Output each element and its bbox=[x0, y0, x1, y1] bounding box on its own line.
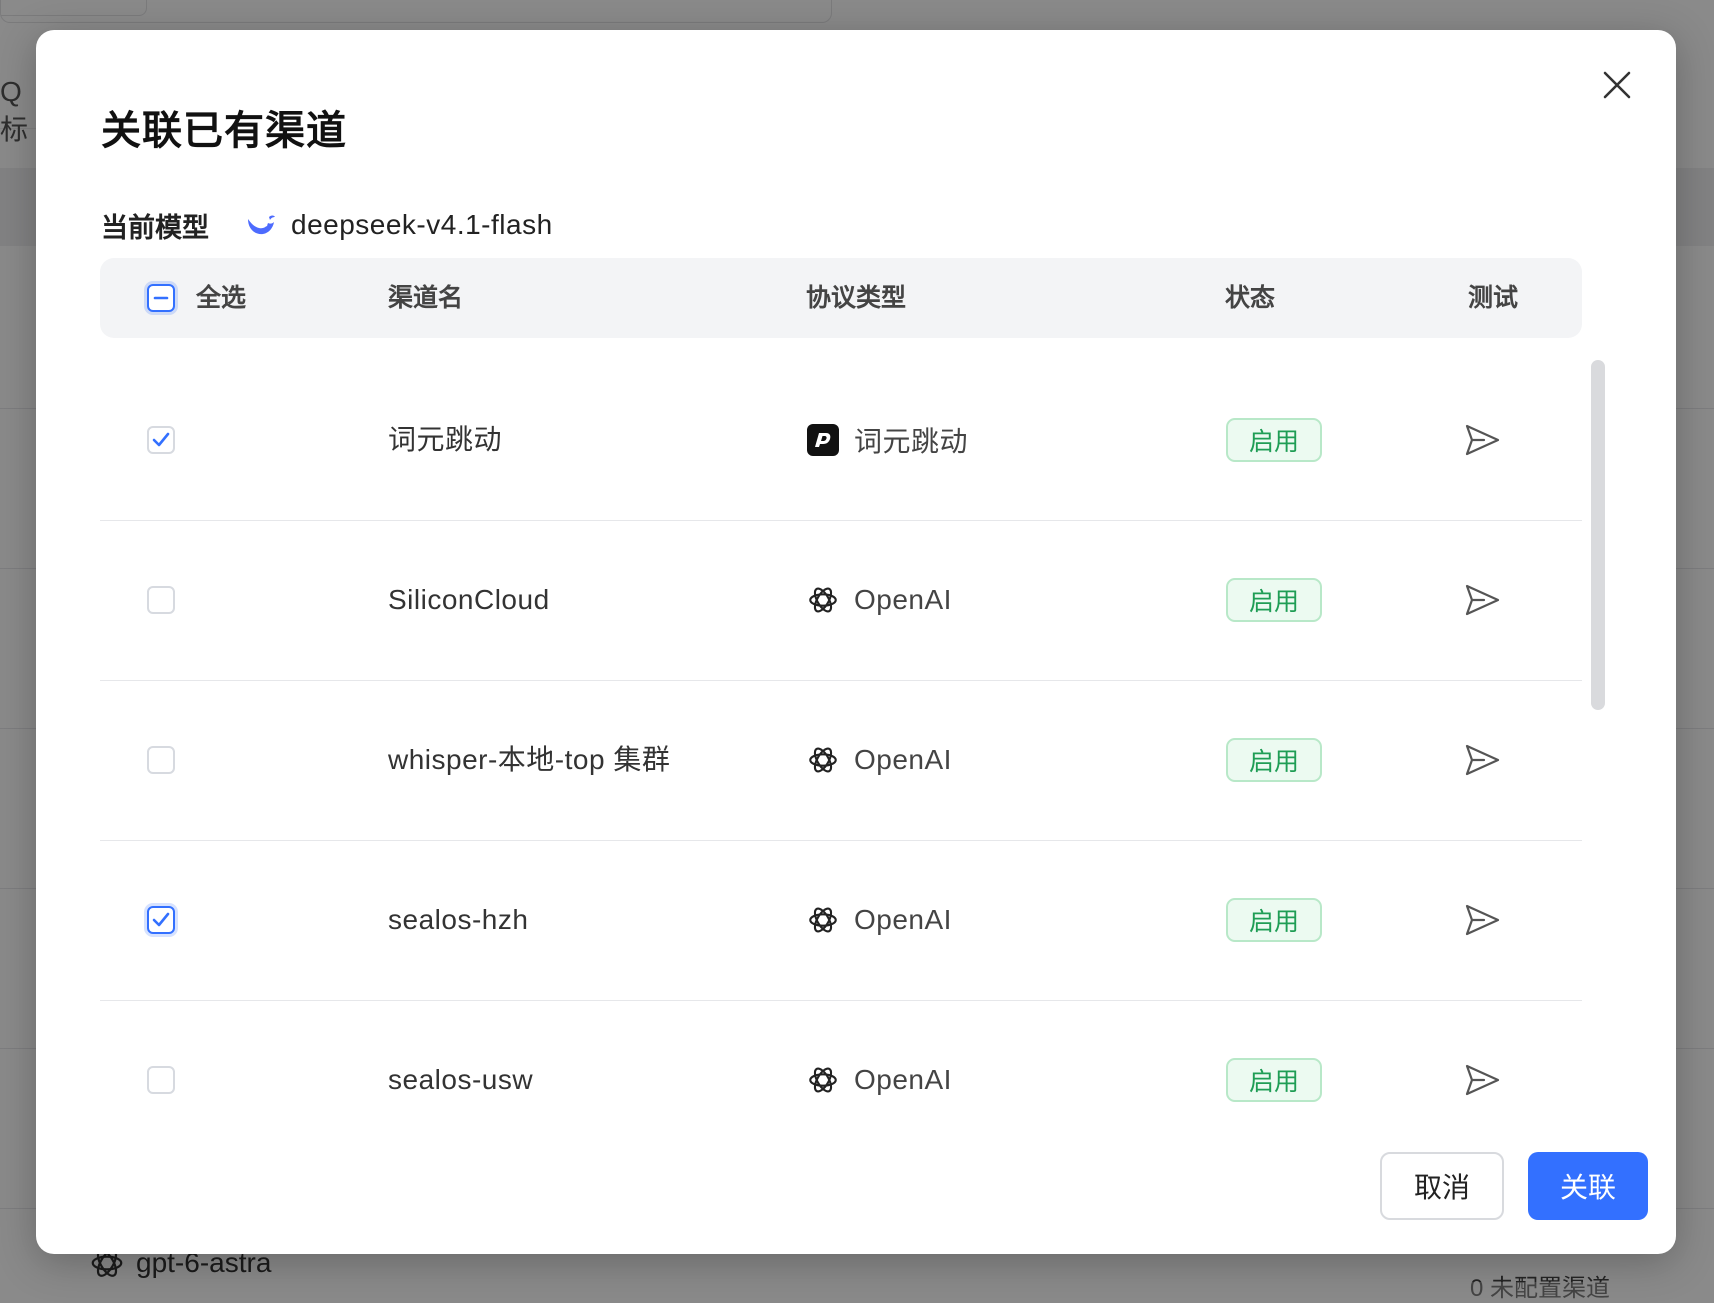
column-test: 测试 bbox=[1468, 284, 1519, 312]
openai-icon bbox=[809, 1067, 837, 1093]
channel-name: SiliconCloud bbox=[388, 584, 550, 615]
openai-icon bbox=[809, 747, 837, 773]
test-button[interactable] bbox=[1462, 420, 1502, 460]
row-checkbox[interactable] bbox=[147, 426, 175, 454]
deepseek-whale-icon bbox=[248, 215, 275, 235]
protocol-cell: OpenAI bbox=[806, 680, 952, 840]
check-icon bbox=[152, 432, 170, 447]
channel-name: sealos-hzh bbox=[388, 904, 529, 935]
ciyuan-logo-icon bbox=[807, 424, 839, 456]
send-icon bbox=[1465, 584, 1500, 616]
row-checkbox[interactable] bbox=[147, 586, 175, 614]
protocol-name: OpenAI bbox=[854, 904, 952, 935]
protocol-cell: OpenAI bbox=[806, 1000, 952, 1104]
protocol-cell: OpenAI bbox=[806, 520, 952, 680]
status-badge: 启用 bbox=[1226, 898, 1322, 942]
column-select-all[interactable]: 全选 bbox=[196, 258, 246, 338]
test-button[interactable] bbox=[1462, 1060, 1502, 1100]
protocol-name: OpenAI bbox=[854, 1064, 952, 1095]
channel-name: whisper-本地-top 集群 bbox=[388, 744, 671, 775]
current-model-label: 当前模型 bbox=[101, 212, 209, 243]
table-row[interactable]: sealos-usw OpenAI 启用 bbox=[100, 1000, 1582, 1104]
send-icon bbox=[1465, 1064, 1500, 1096]
column-status: 状态 bbox=[1225, 284, 1276, 312]
column-channel-name: 渠道名 bbox=[388, 284, 464, 312]
close-button[interactable] bbox=[1594, 62, 1640, 108]
select-all-checkbox[interactable] bbox=[147, 284, 175, 312]
row-checkbox[interactable] bbox=[147, 746, 175, 774]
protocol-cell: OpenAI bbox=[806, 840, 952, 1000]
current-model-row: 当前模型 deepseek-v4.1-flash bbox=[101, 195, 553, 255]
send-icon bbox=[1465, 904, 1500, 936]
test-button[interactable] bbox=[1462, 740, 1502, 780]
table-header: 全选 渠道名 协议类型 状态 测试 bbox=[100, 258, 1582, 338]
list-scrollbar[interactable] bbox=[1591, 360, 1605, 710]
table-row[interactable]: 词元跳动 词元跳动 启用 bbox=[100, 360, 1582, 521]
test-button[interactable] bbox=[1462, 900, 1502, 940]
openai-icon bbox=[809, 907, 837, 933]
protocol-cell: 词元跳动 bbox=[806, 360, 968, 520]
close-icon bbox=[1603, 71, 1631, 99]
table-row[interactable]: sealos-hzh OpenAI 启用 bbox=[100, 840, 1582, 1001]
channel-list[interactable]: 词元跳动 词元跳动 启用 SiliconCloud OpenAI 启用 whis… bbox=[100, 360, 1582, 1104]
channel-name: sealos-usw bbox=[388, 1064, 534, 1095]
row-checkbox[interactable] bbox=[147, 1066, 175, 1094]
current-model-name: deepseek-v4.1-flash bbox=[291, 209, 553, 240]
test-button[interactable] bbox=[1462, 580, 1502, 620]
status-badge: 启用 bbox=[1226, 418, 1322, 462]
channel-name: 词元跳动 bbox=[388, 424, 503, 455]
status-badge: 启用 bbox=[1226, 738, 1322, 782]
check-icon bbox=[152, 912, 170, 927]
link-channel-dialog: 关联已有渠道 当前模型 deepseek-v4.1-flash 全选 渠道名 协… bbox=[36, 30, 1676, 1254]
send-icon bbox=[1465, 744, 1500, 776]
status-badge: 启用 bbox=[1226, 1058, 1322, 1102]
dialog-title: 关联已有渠道 bbox=[101, 109, 347, 153]
table-row[interactable]: SiliconCloud OpenAI 启用 bbox=[100, 520, 1582, 681]
table-row[interactable]: whisper-本地-top 集群 OpenAI 启用 bbox=[100, 680, 1582, 841]
protocol-name: OpenAI bbox=[854, 584, 952, 615]
status-badge: 启用 bbox=[1226, 578, 1322, 622]
indeterminate-icon bbox=[151, 288, 171, 308]
protocol-name: OpenAI bbox=[854, 744, 952, 775]
protocol-name: 词元跳动 bbox=[854, 426, 969, 457]
column-protocol: 协议类型 bbox=[806, 284, 907, 312]
send-icon bbox=[1465, 424, 1500, 456]
cancel-button[interactable]: 取消 bbox=[1380, 1152, 1504, 1220]
openai-icon bbox=[809, 587, 837, 613]
confirm-link-button[interactable]: 关联 bbox=[1528, 1152, 1648, 1220]
row-checkbox[interactable] bbox=[147, 906, 175, 934]
